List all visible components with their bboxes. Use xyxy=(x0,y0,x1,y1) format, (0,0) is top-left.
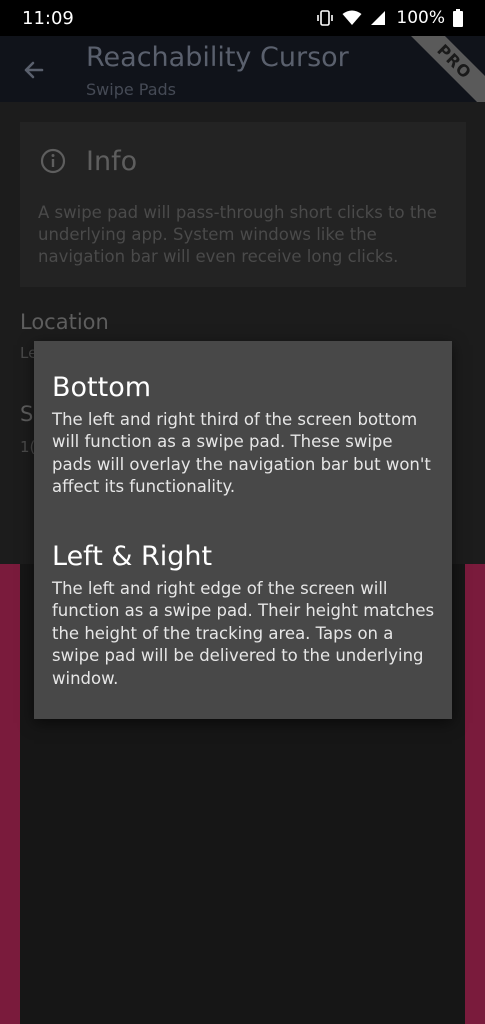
wifi-icon xyxy=(342,10,362,26)
vibrate-icon xyxy=(316,9,334,27)
status-time: 11:09 xyxy=(22,7,74,29)
location-popup-menu: Bottom The left and right third of the s… xyxy=(34,341,452,719)
back-button[interactable] xyxy=(18,54,50,86)
info-text: A swipe pad will pass-through short clic… xyxy=(38,203,437,266)
info-card: Info A swipe pad will pass-through short… xyxy=(20,122,466,287)
option-title: Left & Right xyxy=(52,541,213,572)
app-bar: Reachability Cursor Swipe Pads PRO xyxy=(0,36,485,102)
swipe-pad-left xyxy=(0,564,20,1024)
signal-icon xyxy=(370,10,386,26)
info-title: Info xyxy=(86,146,138,177)
info-icon xyxy=(40,148,66,174)
status-bar: 11:09 100% xyxy=(0,0,485,36)
app-subtitle: Swipe Pads xyxy=(86,80,176,99)
option-description: The left and right third of the screen b… xyxy=(52,410,431,497)
arrow-back-icon xyxy=(24,61,44,79)
option-description: The left and right edge of the screen wi… xyxy=(52,579,435,688)
option-left-right[interactable]: Left & Right The left and right edge of … xyxy=(52,540,437,690)
pro-badge: PRO xyxy=(399,36,485,102)
swipe-pad-right xyxy=(465,564,485,1024)
option-bottom[interactable]: Bottom The left and right third of the s… xyxy=(52,371,437,499)
size-setting-title[interactable]: S xyxy=(20,402,33,426)
battery-percent: 100% xyxy=(396,8,445,28)
app-title: Reachability Cursor xyxy=(86,42,349,73)
option-title: Bottom xyxy=(52,372,152,403)
location-setting-title[interactable]: Location xyxy=(20,310,109,334)
battery-icon xyxy=(453,9,463,27)
status-icons: 100% xyxy=(316,8,463,28)
